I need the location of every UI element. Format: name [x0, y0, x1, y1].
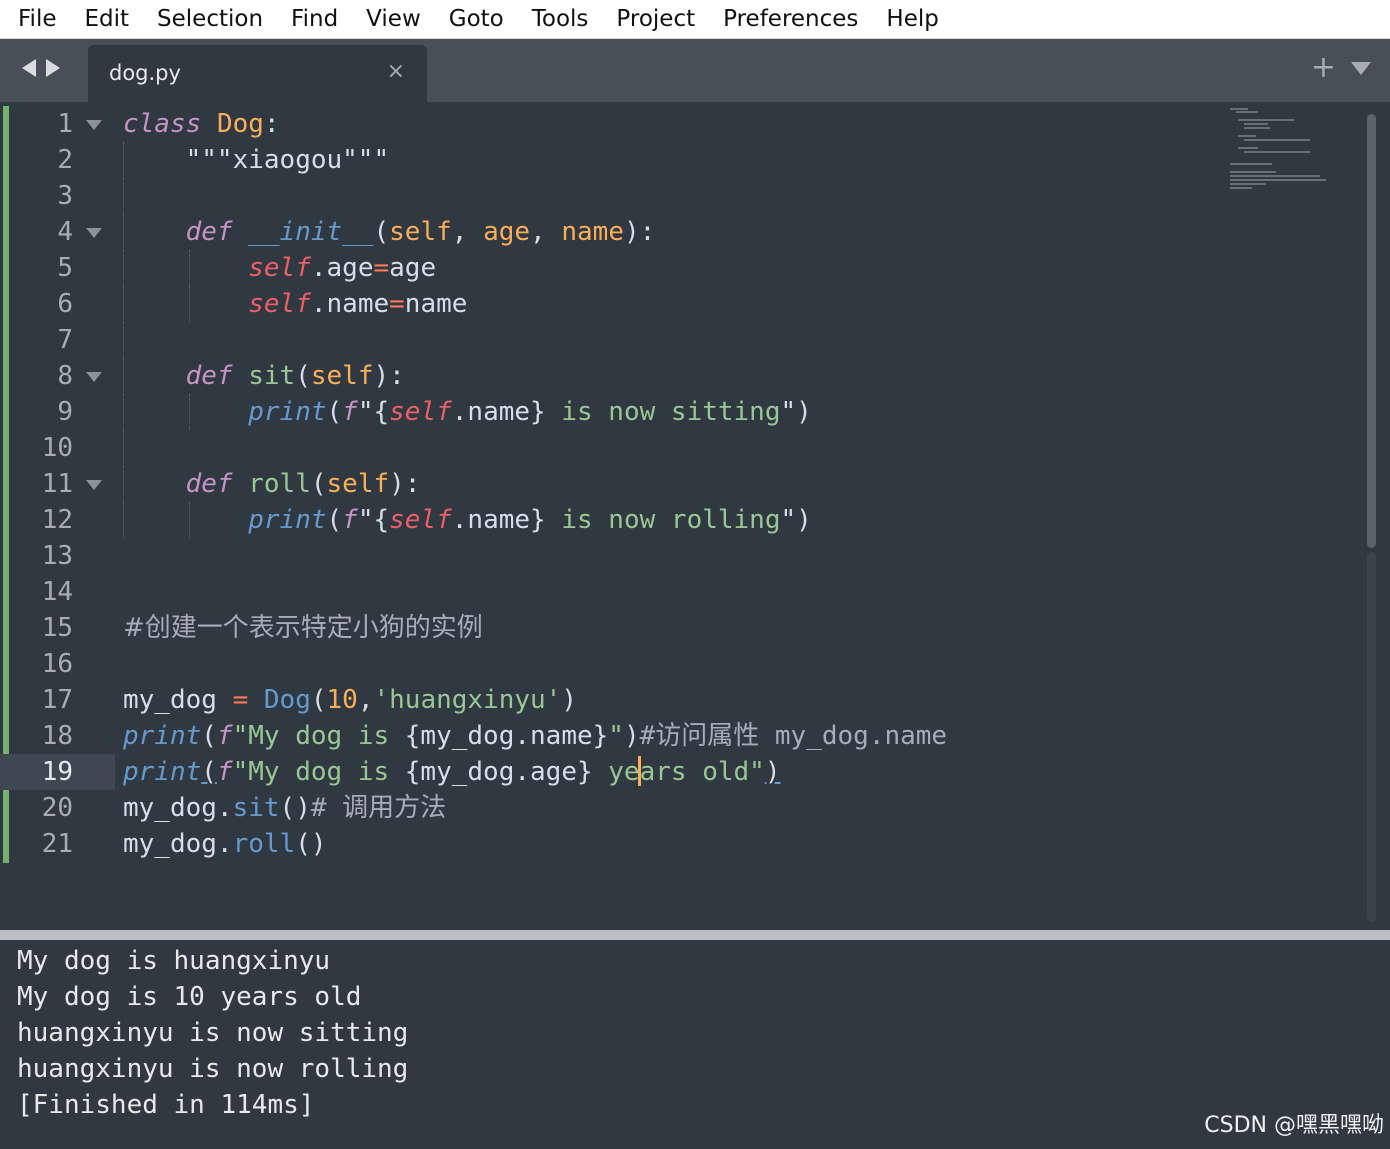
menu-file[interactable]: File	[0, 0, 71, 38]
code-line: my_dog = Dog(10,'huangxinyu')	[123, 685, 577, 715]
fold-arrow-icon[interactable]	[86, 228, 102, 238]
line-number: 6	[57, 289, 73, 319]
fold-arrow-icon[interactable]	[86, 372, 102, 382]
line-number: 12	[41, 505, 73, 535]
line-number: 14	[41, 577, 73, 607]
plus-icon[interactable]: +	[1311, 51, 1336, 85]
scrollbar-track[interactable]	[1367, 552, 1376, 922]
menu-tools[interactable]: Tools	[518, 0, 603, 38]
output-line: My dog is 10 years old	[17, 982, 362, 1012]
code-line: self.age=age	[123, 250, 1240, 286]
tab-dog-py[interactable]: dog.py ×	[88, 45, 427, 102]
code-line: self.name=name	[123, 286, 1240, 322]
code-line: my_dog.roll()	[123, 829, 327, 859]
code-area[interactable]: class Dog: """xiaogou""" def __init__(se…	[123, 106, 1240, 862]
code-line: my_dog.sit()# 调用方法	[123, 793, 447, 823]
code-line: def roll(self):	[123, 466, 1240, 502]
line-number: 8	[0, 358, 115, 394]
line-number: 13	[41, 541, 73, 571]
code-line: print(f"{self.name} is now sitting")	[123, 394, 1240, 430]
line-gutter: 1 2 3 4 5 6 7 8 9 10 11 12 13 14 15 16 1…	[0, 106, 115, 862]
line-number: 16	[41, 649, 73, 679]
build-output-panel[interactable]: My dog is huangxinyu My dog is 10 years …	[0, 940, 1390, 1149]
line-number: 10	[41, 433, 73, 463]
output-line: My dog is huangxinyu	[17, 946, 331, 976]
code-line: def sit(self):	[123, 358, 1240, 394]
line-number: 18	[41, 721, 73, 751]
menu-project[interactable]: Project	[602, 0, 709, 38]
code-line: def __init__(self, age, name):	[123, 214, 1240, 250]
menu-goto[interactable]: Goto	[435, 0, 518, 38]
tab-bar: dog.py × +	[0, 39, 1390, 102]
code-line: #创建一个表示特定小狗的实例	[123, 613, 483, 643]
code-line: class Dog:	[123, 109, 280, 139]
line-number: 1	[0, 106, 115, 142]
menu-edit[interactable]: Edit	[71, 0, 144, 38]
fold-arrow-icon[interactable]	[86, 120, 102, 130]
line-number: 5	[57, 253, 73, 283]
menu-bar: File Edit Selection Find View Goto Tools…	[0, 0, 1390, 39]
line-number: 17	[41, 685, 73, 715]
minimap[interactable]	[1230, 104, 1340, 194]
fold-arrow-icon[interactable]	[86, 480, 102, 490]
close-icon[interactable]: ×	[387, 59, 405, 84]
code-editor[interactable]: 1 2 3 4 5 6 7 8 9 10 11 12 13 14 15 16 1…	[0, 102, 1390, 930]
line-number: 11	[0, 466, 115, 502]
line-number-active: 19	[0, 754, 115, 790]
panel-divider[interactable]	[0, 930, 1390, 940]
output-line: huangxinyu is now sitting	[17, 1018, 409, 1048]
output-line: [Finished in 114ms]	[17, 1090, 315, 1120]
code-line: print(f"My dog is {my_dog.name}")#访问属性 m…	[123, 721, 948, 751]
code-line	[123, 430, 1240, 466]
line-number: 20	[41, 793, 73, 823]
code-line-active: print(f"My dog is {my_dog.age} years old…	[123, 756, 781, 787]
menu-help[interactable]: Help	[872, 0, 952, 38]
line-number: 3	[57, 181, 73, 211]
menu-preferences[interactable]: Preferences	[709, 0, 872, 38]
watermark: CSDN @嘿黑嘿呦	[1204, 1113, 1384, 1138]
line-number: 4	[0, 214, 115, 250]
code-line: print(f"{self.name} is now rolling")	[123, 502, 1240, 538]
line-number: 15	[41, 613, 73, 643]
code-line	[123, 178, 1240, 214]
code-line: """xiaogou"""	[123, 142, 1240, 178]
menu-selection[interactable]: Selection	[143, 0, 277, 38]
line-number: 7	[57, 325, 73, 355]
chevron-down-icon[interactable]	[1351, 62, 1371, 75]
line-number: 21	[41, 829, 73, 859]
arrow-left-icon[interactable]	[22, 59, 36, 77]
tab-title: dog.py	[109, 61, 181, 85]
output-line: huangxinyu is now rolling	[17, 1054, 409, 1084]
tab-navigation	[22, 59, 60, 77]
vertical-scrollbar[interactable]	[1367, 114, 1376, 548]
arrow-right-icon[interactable]	[46, 59, 60, 77]
menu-view[interactable]: View	[352, 0, 435, 38]
menu-find[interactable]: Find	[277, 0, 352, 38]
code-line	[123, 322, 1240, 358]
line-number: 2	[57, 145, 73, 175]
line-number: 9	[57, 397, 73, 427]
